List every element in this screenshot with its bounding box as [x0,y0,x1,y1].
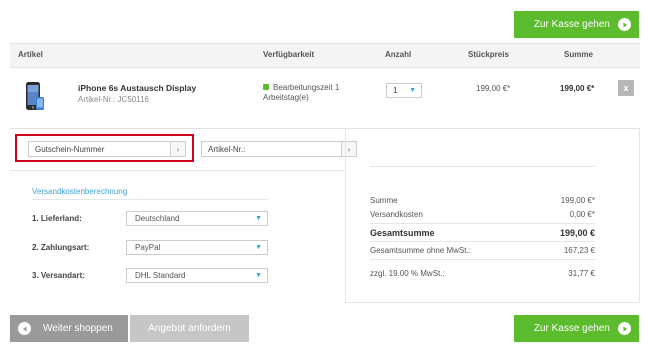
continue-shopping-button[interactable]: Weiter shoppen [10,315,128,342]
availability-dot-icon [263,84,269,90]
continue-shopping-label: Weiter shoppen [43,323,113,334]
net-total-value: 167,23 € [563,246,595,255]
header-artikel: Artikel [18,50,43,59]
method-select[interactable]: DHL Standard ▼ [126,268,268,283]
total-value: 199,00 € [559,228,595,238]
divider [639,128,640,302]
unit-price: 199,00 €* [476,84,511,93]
availability-line2: Arbeitstag(e) [263,93,309,102]
sum-label: Summe [370,196,398,205]
chevron-down-icon: ▼ [409,87,416,94]
shipping-title: Versandkostenberechnung [32,187,128,196]
request-quote-label: Angebot anfordern [148,323,231,334]
vat-label: zzgl. 19.00 % MwSt.: [370,269,445,278]
checkout-button-bottom[interactable]: Zur Kasse gehen [514,315,639,342]
payment-label: 2. Zahlungsart: [32,243,90,252]
sum-value: 199,00 €* [560,196,595,205]
checkout-label: Zur Kasse gehen [533,19,610,30]
payment-value: PayPal [135,243,161,252]
method-value: DHL Standard [135,271,186,280]
chevron-down-icon: ▼ [255,244,262,251]
country-label: 1. Lieferland: [32,214,82,223]
summary-top-divider [370,166,595,167]
divider [370,241,595,242]
close-icon: x [623,83,629,93]
divider [32,199,268,200]
cart-table-header: Artikel Verfügbarkeit Anzahl Stückpreis … [10,43,640,68]
product-sku: Artikel-Nr.: JC50116 [78,95,149,104]
arrow-right-icon [618,322,631,335]
net-total-label: Gesamtsumme ohne MwSt.: [370,246,471,255]
article-number-input[interactable]: Artikel-Nr.: › [201,141,357,157]
chevron-down-icon: ▼ [255,215,262,222]
payment-select[interactable]: PayPal ▼ [126,240,268,255]
shipping-cost-value: 0,00 €* [569,210,595,219]
item-total: 199,00 €* [560,84,595,93]
checkout-button-top[interactable]: Zur Kasse gehen [514,11,639,38]
chevron-right-icon[interactable]: › [341,142,356,156]
header-anzahl: Anzahl [385,50,412,59]
divider [345,302,640,303]
divider [10,170,346,171]
voucher-input[interactable]: Gutschein-Nummer › [28,141,186,157]
request-quote-button[interactable]: Angebot anfordern [130,315,249,342]
product-image[interactable] [25,81,45,113]
chevron-down-icon: ▼ [255,272,262,279]
product-name[interactable]: iPhone 6s Austausch Display [78,83,196,93]
divider [370,223,595,224]
country-value: Deutschland [135,214,180,223]
availability-status: Bearbeitungszeit 1 Arbeitstag(e) [263,83,339,103]
chevron-right-icon[interactable]: › [170,142,185,156]
arrow-right-icon [618,18,631,31]
header-verfuegbarkeit: Verfügbarkeit [263,50,315,59]
availability-line1: Bearbeitungszeit 1 [273,83,340,92]
article-number-placeholder: Artikel-Nr.: [208,144,246,154]
divider [345,128,346,302]
remove-item-button[interactable]: x [618,80,634,96]
country-select[interactable]: Deutschland ▼ [126,211,268,226]
shipping-cost-label: Versandkosten [370,210,423,219]
header-stueckpreis: Stückpreis [468,50,509,59]
header-summe: Summe [564,50,593,59]
vat-value: 31,77 € [568,269,595,278]
checkout-label: Zur Kasse gehen [533,323,610,334]
quantity-select[interactable]: 1 ▼ [386,83,422,98]
arrow-left-icon [18,322,31,335]
divider [370,259,595,260]
voucher-placeholder: Gutschein-Nummer [35,144,105,154]
total-label: Gesamtsumme [370,228,435,238]
method-label: 3. Versandart: [32,271,85,280]
quantity-value: 1 [393,86,398,95]
cart-item-row: iPhone 6s Austausch Display Artikel-Nr.:… [10,67,640,129]
